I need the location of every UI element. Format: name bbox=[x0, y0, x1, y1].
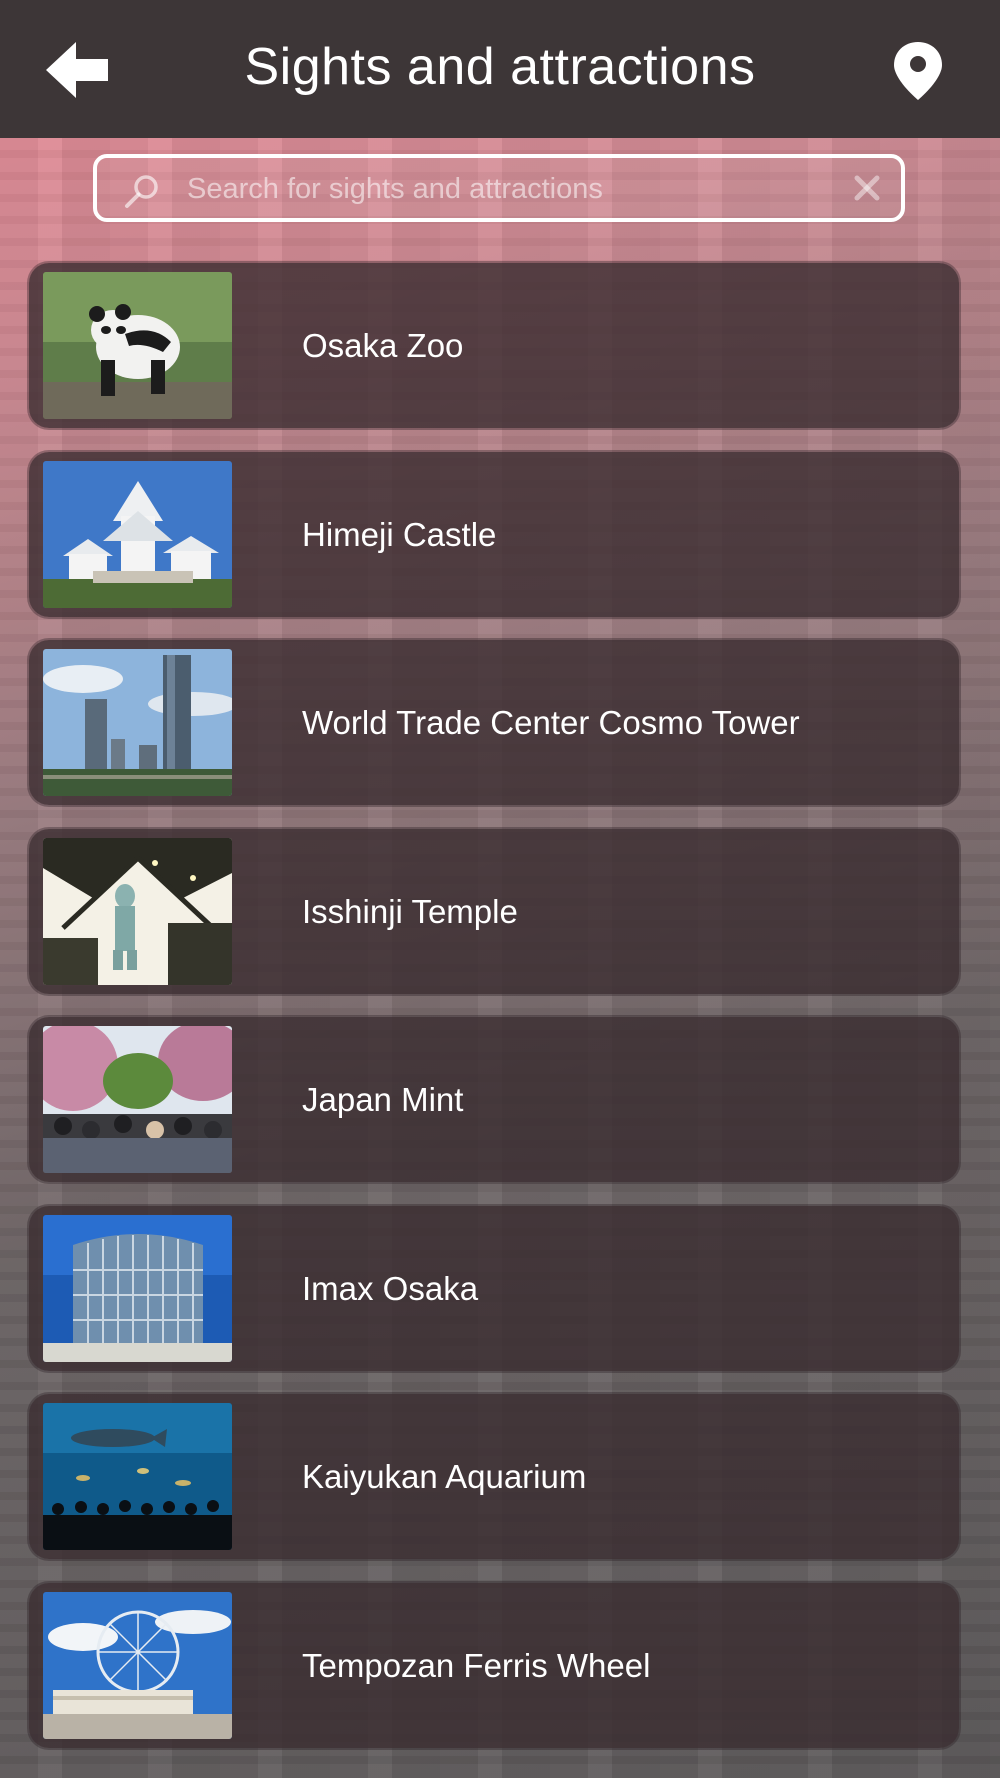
list-item[interactable]: Imax Osaka bbox=[29, 1205, 959, 1371]
arrow-left-icon bbox=[46, 42, 108, 98]
close-icon bbox=[854, 175, 880, 201]
list-item-label: World Trade Center Cosmo Tower bbox=[302, 704, 800, 741]
list-item-label: Tempozan Ferris Wheel bbox=[302, 1646, 651, 1684]
list-item-label: Kaiyukan Aquarium bbox=[302, 1458, 587, 1495]
list-item[interactable]: Tempozan Ferris Wheel bbox=[29, 1582, 959, 1748]
attractions-list: Osaka Zoo Himeji Castle World Trade Cent… bbox=[29, 263, 959, 1771]
magnifier-icon bbox=[125, 175, 158, 208]
skyscraper-photo bbox=[43, 649, 232, 796]
statue-photo bbox=[43, 837, 232, 985]
map-button[interactable] bbox=[892, 40, 944, 102]
list-item-label: Osaka Zoo bbox=[302, 327, 464, 364]
list-item[interactable]: Isshinji Temple bbox=[29, 828, 959, 994]
search-bar bbox=[93, 154, 905, 222]
castle-photo bbox=[43, 460, 232, 608]
list-item-label: Himeji Castle bbox=[302, 515, 497, 553]
list-item[interactable]: World Trade Center Cosmo Tower bbox=[29, 640, 959, 805]
list-item[interactable]: Osaka Zoo bbox=[29, 263, 959, 428]
app-header: Sights and attractions bbox=[0, 0, 1000, 138]
back-button[interactable] bbox=[46, 40, 116, 100]
list-item-label: Imax Osaka bbox=[302, 1269, 479, 1307]
list-item[interactable]: Himeji Castle bbox=[29, 451, 959, 617]
list-item[interactable]: Japan Mint bbox=[29, 1017, 959, 1182]
ferris-wheel-photo bbox=[43, 1591, 232, 1739]
cherry-blossom-crowd-photo bbox=[43, 1026, 232, 1173]
map-pin-icon bbox=[894, 42, 942, 100]
aquarium-photo bbox=[43, 1403, 232, 1550]
clear-search-button[interactable] bbox=[849, 170, 885, 206]
list-item[interactable]: Kaiyukan Aquarium bbox=[29, 1394, 959, 1559]
panda-photo bbox=[43, 272, 232, 419]
page-title: Sights and attractions bbox=[244, 38, 756, 96]
list-item-label: Japan Mint bbox=[302, 1081, 464, 1118]
glass-building-photo bbox=[43, 1214, 232, 1362]
search-input[interactable] bbox=[185, 164, 829, 214]
list-item-label: Isshinji Temple bbox=[302, 892, 518, 930]
